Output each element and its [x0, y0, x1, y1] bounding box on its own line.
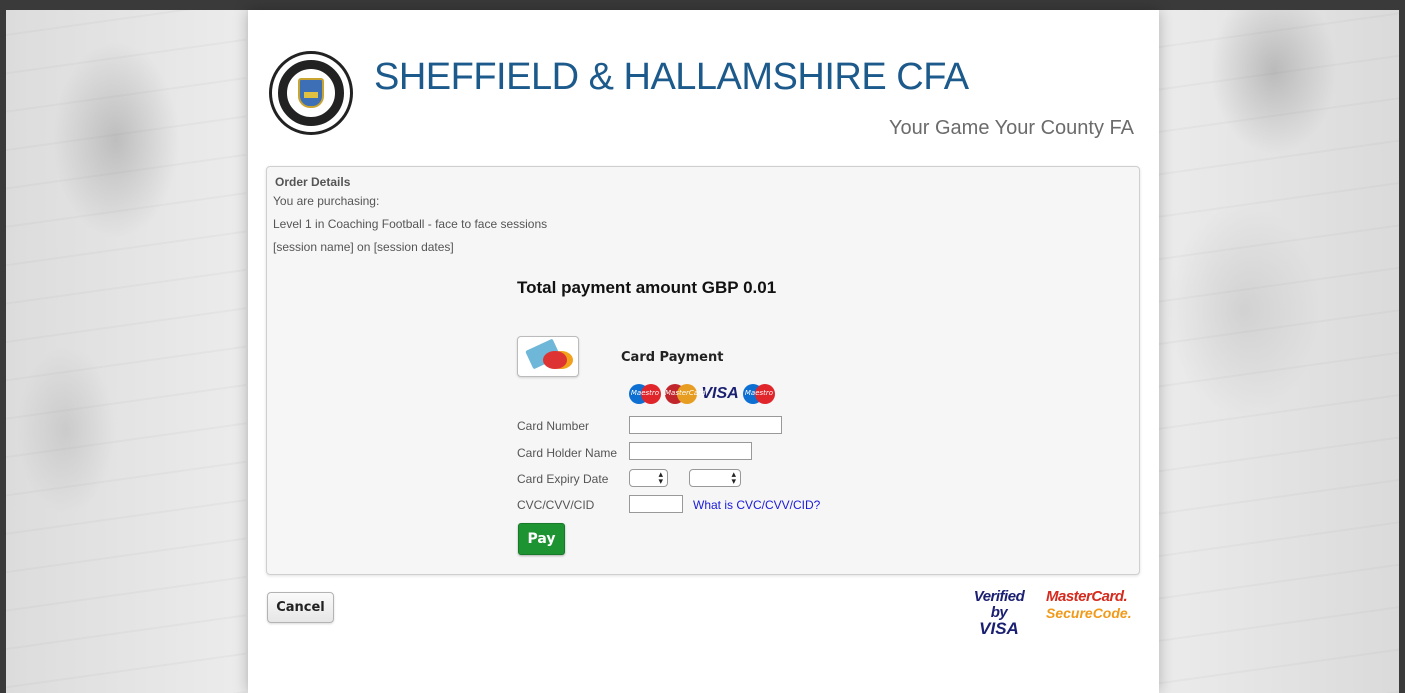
background-image-right: [1154, 10, 1399, 693]
maestro-icon: Maestro: [629, 384, 661, 404]
expiry-month-select[interactable]: ▴ ▾: [629, 469, 668, 487]
mastercard-icon: MasterCard: [665, 384, 705, 404]
cvc-label: CVC/CVV/CID: [517, 498, 595, 512]
cancel-button[interactable]: Cancel: [267, 592, 334, 623]
card-expiry-label: Card Expiry Date: [517, 472, 609, 486]
crest-logo-icon: [269, 51, 353, 135]
updown-arrows-icon: ▴ ▾: [731, 469, 736, 486]
purchase-item: Level 1 in Coaching Football - face to f…: [273, 217, 548, 231]
cvc-input[interactable]: [629, 495, 683, 513]
updown-arrows-icon: ▴ ▾: [658, 469, 663, 486]
expiry-year-select[interactable]: ▴ ▾: [689, 469, 741, 487]
card-number-input[interactable]: [629, 416, 782, 434]
cvc-help-link[interactable]: What is CVC/CVV/CID?: [693, 498, 820, 512]
card-number-label: Card Number: [517, 419, 590, 433]
order-panel: Order Details You are purchasing: Level …: [266, 166, 1140, 575]
verified-by-visa-logo: Verified by VISA: [973, 588, 1025, 638]
card-holder-label: Card Holder Name: [517, 446, 618, 460]
site-tagline: Your Game Your County FA: [889, 117, 1134, 139]
maestro-icon: Maestro: [743, 384, 775, 404]
card-payment-label: Card Payment: [621, 350, 724, 365]
card-holder-input[interactable]: [629, 442, 752, 460]
card-brands: Maestro MasterCard VISA Maestro: [629, 384, 775, 404]
site-title: SHEFFIELD & HALLAMSHIRE CFA: [374, 56, 969, 98]
card-payment-icon[interactable]: [517, 336, 579, 377]
purchasing-label: You are purchasing:: [273, 194, 380, 208]
background-image-left: [6, 10, 246, 693]
mastercard-securecode-logo: MasterCard. SecureCode.: [1046, 588, 1132, 622]
pay-button[interactable]: Pay: [518, 523, 565, 555]
visa-icon: VISA: [701, 385, 739, 402]
total-amount: Total payment amount GBP 0.01: [517, 278, 777, 297]
session-info: [session name] on [session dates]: [273, 240, 454, 254]
order-details-heading: Order Details: [275, 175, 351, 189]
main-content: SHEFFIELD & HALLAMSHIRE CFA Your Game Yo…: [248, 10, 1159, 693]
